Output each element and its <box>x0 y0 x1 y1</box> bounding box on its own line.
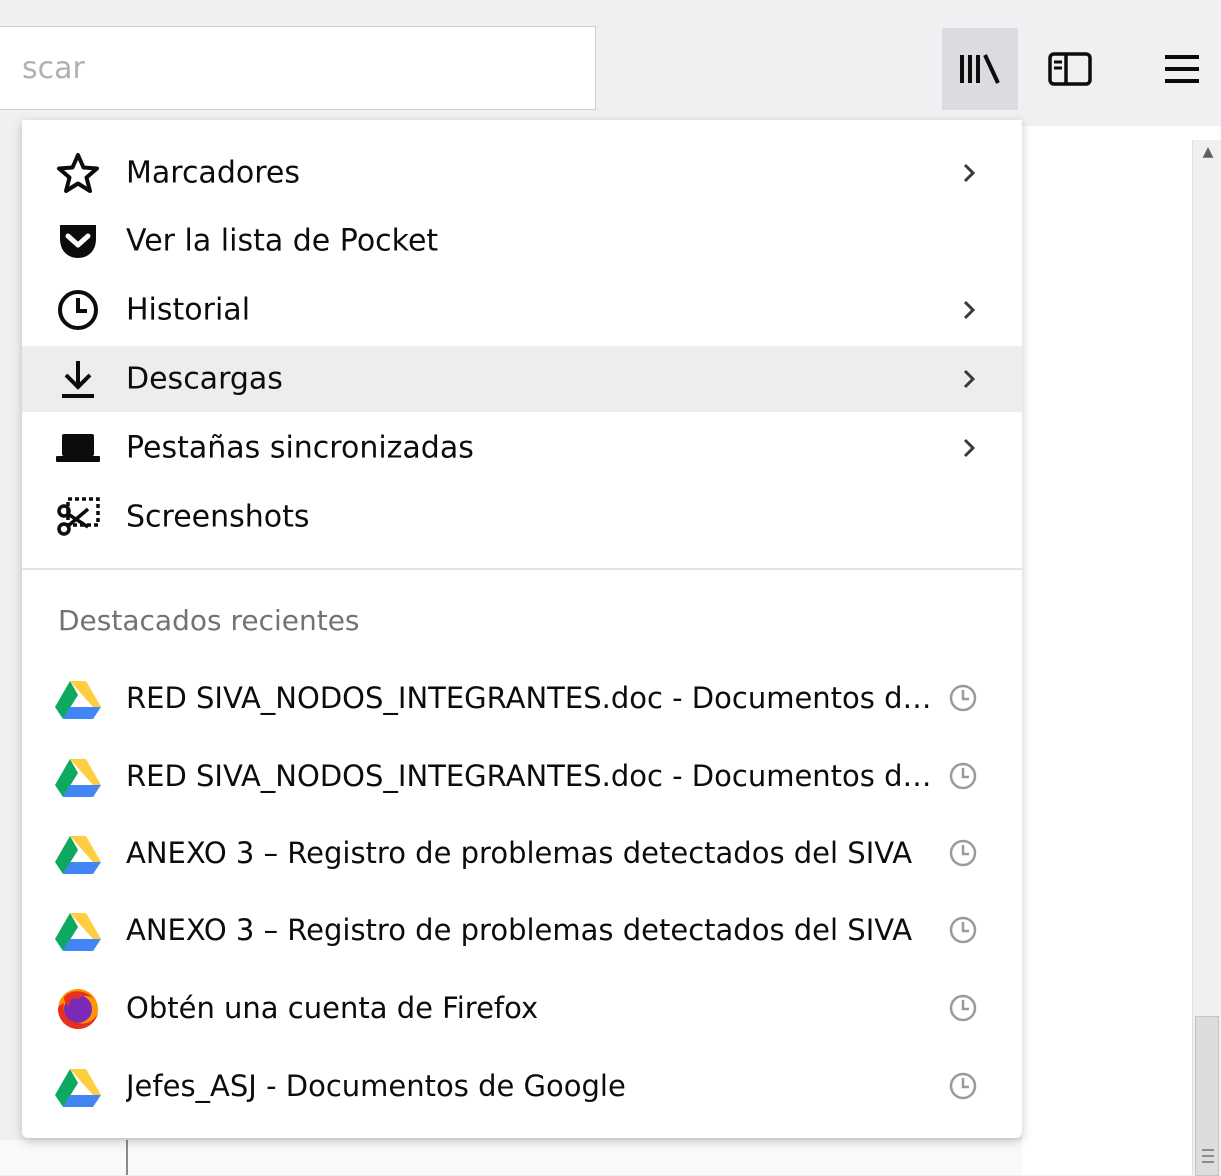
search-input[interactable] <box>22 45 582 91</box>
recent-item[interactable]: RED SIVA_NODOS_INTEGRANTES.doc - Documen… <box>22 740 1022 812</box>
page-scrollbar[interactable]: ▲ <box>1192 140 1221 1176</box>
recent-item-label: Obtén una cuenta de Firefox <box>126 991 539 1025</box>
recent-item-label: ANEXO 3 – Registro de problemas detectad… <box>126 913 913 947</box>
hamburger-icon <box>1165 55 1199 83</box>
browser-toolbar <box>0 0 1221 126</box>
clock-icon <box>946 836 980 870</box>
google-drive-icon <box>54 833 102 875</box>
menu-item-history[interactable]: Historial <box>22 277 1022 343</box>
page-divider <box>126 1140 128 1175</box>
google-drive-icon <box>54 1066 102 1108</box>
clock-icon <box>946 991 980 1025</box>
recent-item[interactable]: ANEXO 3 – Registro de problemas detectad… <box>22 817 1022 889</box>
menu-button[interactable] <box>1145 28 1221 110</box>
clock-icon <box>946 759 980 793</box>
recent-item[interactable]: Obtén una cuenta de Firefox <box>22 972 1022 1044</box>
clock-icon <box>946 913 980 947</box>
library-panel: Marcadores Ver la lista de Pocket Histor… <box>22 120 1022 1138</box>
pocket-icon <box>54 221 102 261</box>
recent-item[interactable]: RED SIVA_NODOS_INTEGRANTES.doc - Documen… <box>22 662 1022 734</box>
menu-item-label: Ver la lista de Pocket <box>126 223 439 259</box>
library-icon <box>960 54 1000 84</box>
menu-item-downloads[interactable]: Descargas <box>22 346 1022 412</box>
menu-item-pocket[interactable]: Ver la lista de Pocket <box>22 208 1022 274</box>
recent-item[interactable]: Jefes_ASJ - Documentos de Google <box>22 1050 1022 1122</box>
menu-item-synced-tabs[interactable]: Pestañas sincronizadas <box>22 415 1022 481</box>
google-drive-icon <box>54 678 102 720</box>
sidebar-icon <box>1048 52 1092 86</box>
recent-item-label: RED SIVA_NODOS_INTEGRANTES.doc - Documen… <box>126 681 934 715</box>
scroll-thumb[interactable] <box>1195 1016 1219 1176</box>
menu-item-label: Marcadores <box>126 155 300 191</box>
search-box[interactable] <box>0 26 596 110</box>
page-bottom-strip <box>0 1140 1022 1175</box>
screenshot-icon <box>54 497 102 537</box>
recent-item-label: RED SIVA_NODOS_INTEGRANTES.doc - Documen… <box>126 759 934 793</box>
google-drive-icon <box>54 756 102 798</box>
sidebar-button[interactable] <box>1032 28 1108 110</box>
synced-tabs-icon <box>54 428 102 468</box>
menu-item-label: Historial <box>126 292 251 328</box>
menu-item-label: Descargas <box>126 361 283 397</box>
menu-item-bookmarks[interactable]: Marcadores <box>22 140 1022 206</box>
menu-item-screenshots[interactable]: Screenshots <box>22 484 1022 550</box>
recent-item-label: ANEXO 3 – Registro de problemas detectad… <box>126 836 913 870</box>
google-drive-icon <box>54 910 102 952</box>
recent-highlights-header: Destacados recientes <box>58 604 360 637</box>
menu-item-label: Pestañas sincronizadas <box>126 430 474 466</box>
clock-icon <box>54 290 102 330</box>
clock-icon <box>946 681 980 715</box>
chevron-right-icon <box>954 158 984 188</box>
chevron-right-icon <box>954 364 984 394</box>
star-icon <box>54 153 102 193</box>
chevron-right-icon <box>954 295 984 325</box>
library-button[interactable] <box>942 28 1018 110</box>
scroll-grip-icon <box>1202 1149 1214 1163</box>
chevron-right-icon <box>954 433 984 463</box>
recent-item[interactable]: ANEXO 3 – Registro de problemas detectad… <box>22 894 1022 966</box>
recent-item-label: Jefes_ASJ - Documentos de Google <box>126 1069 626 1103</box>
firefox-icon <box>54 988 102 1030</box>
menu-item-label: Screenshots <box>126 499 310 535</box>
clock-icon <box>946 1069 980 1103</box>
download-icon <box>54 359 102 399</box>
menu-separator <box>22 568 1022 570</box>
scroll-up-arrow-icon[interactable]: ▲ <box>1199 140 1217 164</box>
